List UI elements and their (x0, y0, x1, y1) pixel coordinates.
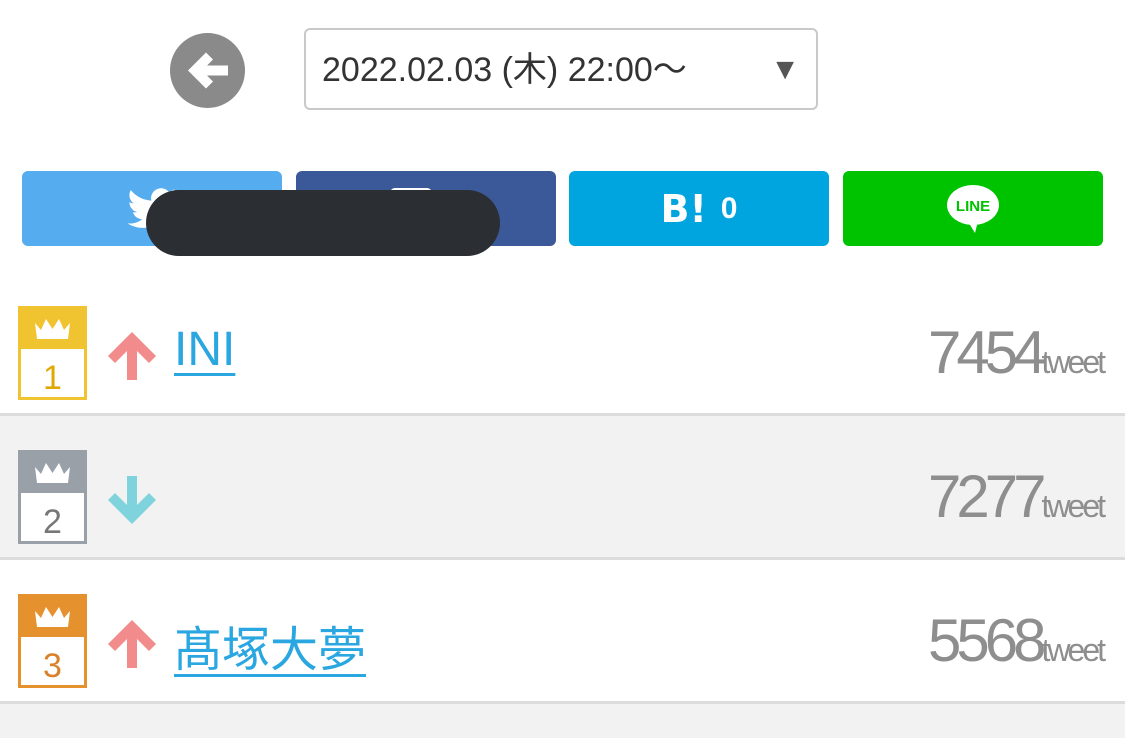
redacted-name-mask (146, 190, 500, 256)
left-arrow-circle-icon (188, 52, 228, 89)
crown-icon (35, 463, 70, 483)
ranking-name-link[interactable]: 髙塚大夢 (174, 610, 366, 680)
trend-up-arrow-icon (108, 332, 156, 380)
tweet-count-unit: tweet (1041, 344, 1107, 380)
rank-number: 3 (43, 647, 62, 685)
hatena-bookmark-button[interactable]: B! 0 (569, 171, 829, 246)
ranking-row: 1 INI 7454tweet (0, 272, 1125, 416)
chevron-down-icon: ▼ (770, 53, 800, 86)
crown-icon (35, 319, 70, 339)
tweet-count-number: 7454 (928, 319, 1047, 386)
hatena-bookmark-count: 0 (720, 191, 738, 225)
tweet-count-unit: tweet (1041, 488, 1107, 524)
ranking-row: 2 7277tweet (0, 416, 1125, 560)
rank-badge: 3 (18, 594, 87, 688)
line-label: LINE (956, 198, 990, 215)
back-button[interactable] (170, 33, 245, 108)
rank-number: 2 (43, 503, 62, 541)
tweet-count-unit: tweet (1041, 632, 1107, 668)
trend-up-arrow-icon (108, 620, 156, 668)
line-share-button[interactable]: LINE (843, 171, 1103, 246)
tweet-count: 5568tweet (928, 606, 1107, 675)
trend-down-arrow-icon (108, 476, 156, 524)
rank-badge: 1 (18, 306, 87, 400)
line-bubble-icon: LINE (947, 184, 999, 233)
rank-badge: 2 (18, 450, 87, 544)
tweet-count: 7277tweet (928, 462, 1107, 531)
rank-number: 1 (43, 359, 62, 397)
ranking-row: 3 髙塚大夢 5568tweet (0, 560, 1125, 704)
top-bar: 2022.02.03 (木) 22:00〜 ▼ (0, 0, 1125, 150)
date-select-value: 2022.02.03 (木) 22:00〜 (322, 51, 687, 89)
tweet-count-number: 7277 (928, 463, 1047, 530)
date-select[interactable]: 2022.02.03 (木) 22:00〜 ▼ (304, 28, 818, 110)
crown-icon (35, 607, 70, 627)
hatena-bookmark-icon: B! (660, 186, 707, 231)
ranking-name-link[interactable]: INI (174, 322, 235, 377)
ranking-row-partial (0, 704, 1125, 738)
tweet-count: 7454tweet (928, 318, 1107, 387)
tweet-count-number: 5568 (928, 607, 1047, 674)
